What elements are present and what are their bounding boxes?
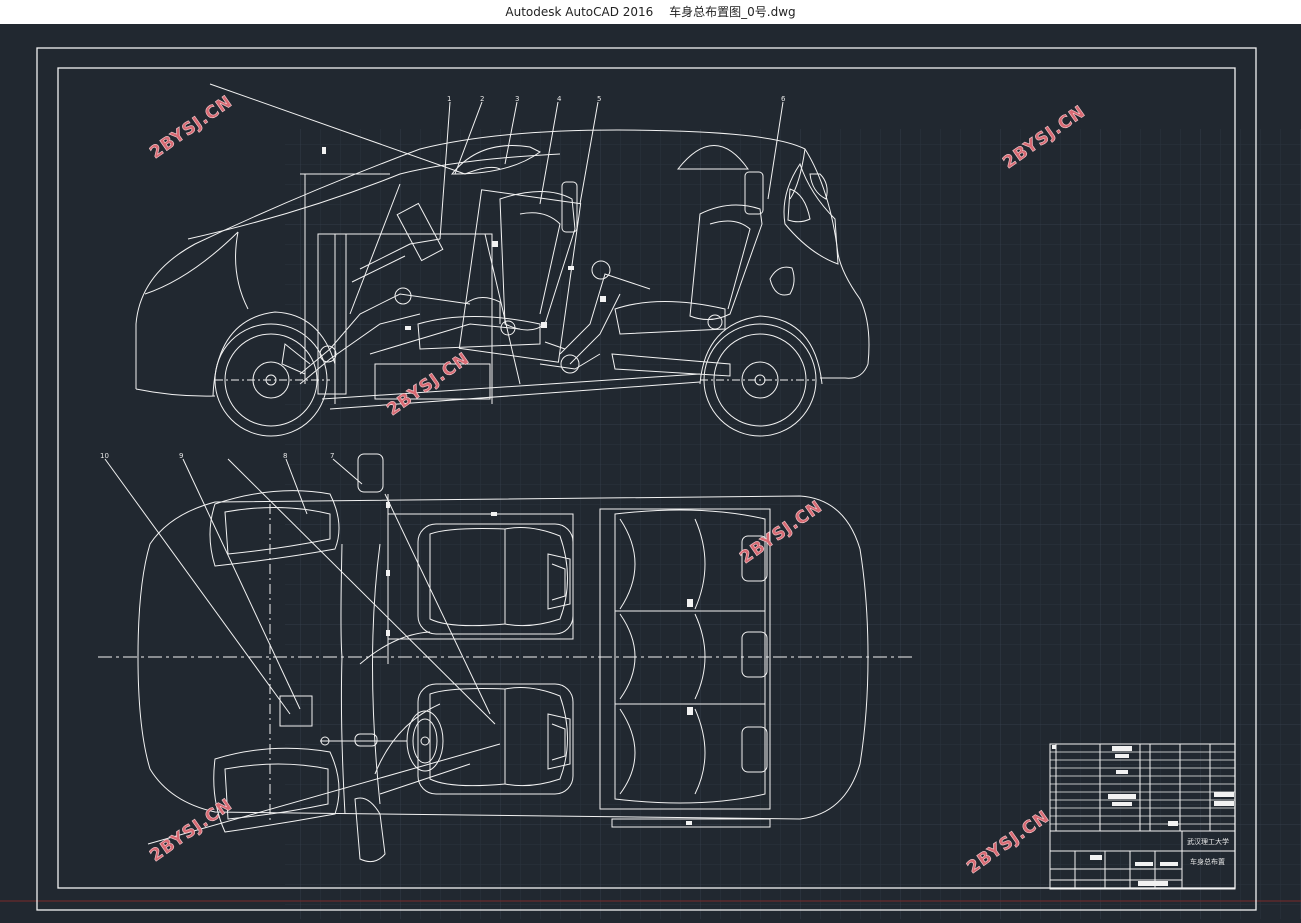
school-name: 武汉理工大学 [1187, 837, 1229, 846]
callout-4: 4 [557, 95, 562, 103]
callout-10: 10 [100, 452, 109, 460]
drawing-canvas[interactable]: 武汉理工大学 车身总布置 1 2 3 4 5 6 10 9 8 7 2BYSJ.… [0, 24, 1301, 923]
app-title: Autodesk AutoCAD 2016 [505, 5, 654, 19]
callout-2: 2 [480, 95, 484, 103]
callout-6: 6 [781, 95, 786, 103]
drawing-title-text: 车身总布置 [1190, 857, 1225, 866]
window-title-bar: Autodesk AutoCAD 2016 车身总布置图_0号.dwg [0, 0, 1301, 24]
cad-drawing[interactable]: 武汉理工大学 车身总布置 1 2 3 4 5 6 10 9 8 7 2BYSJ.… [0, 24, 1301, 923]
callout-3: 3 [515, 95, 519, 103]
callout-8: 8 [283, 452, 287, 460]
watermark-1: 2BYSJ.CN [146, 92, 236, 163]
watermark-5: 2BYSJ.CN [146, 795, 236, 866]
file-name: 车身总布置图_0号.dwg [669, 5, 796, 19]
callout-5: 5 [597, 95, 601, 103]
callout-9: 9 [179, 452, 183, 460]
callout-7: 7 [330, 452, 334, 460]
callout-1: 1 [447, 95, 451, 103]
